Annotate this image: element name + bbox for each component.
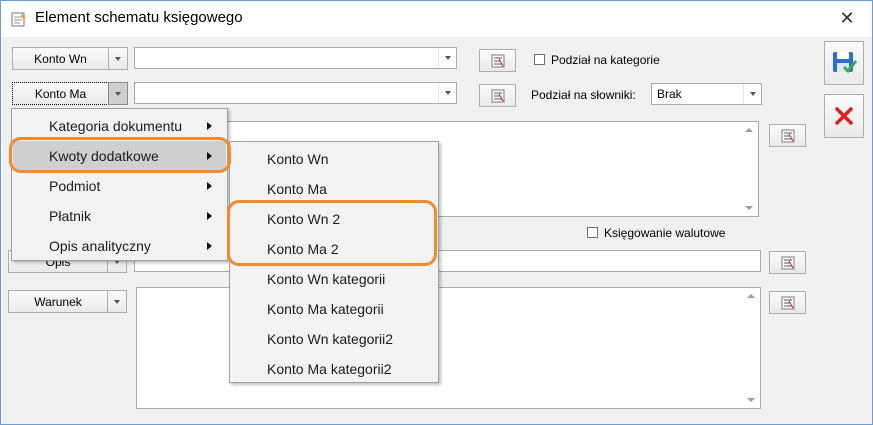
chevron-down-icon [115,91,121,96]
warunek-formula-button[interactable] [769,291,806,314]
save-button[interactable] [824,41,864,85]
menu-item-label: Podmiot [49,178,101,194]
menu-item-label: Kwoty dodatkowe [49,148,159,164]
scroll-down-icon[interactable] [747,398,755,402]
menu-item-label: Płatnik [49,208,92,224]
konto-ma-menu-button[interactable] [108,82,128,105]
menu-item-platnik[interactable]: Płatnik [13,201,226,231]
konto-wn-combo[interactable] [134,47,457,69]
window-title: Element schematu księgowego [35,9,243,26]
scroll-up-icon[interactable] [745,128,753,132]
warunek-button[interactable]: Warunek [8,290,108,313]
konto-ma-button[interactable]: Konto Ma [12,82,109,105]
podzial-kategorie-checkbox[interactable] [534,54,545,65]
chevron-down-icon [115,56,121,61]
cancel-icon [835,107,853,125]
expression-formula-button[interactable] [769,124,806,147]
menu-item-label: Kategoria dokumentu [49,118,183,134]
close-icon[interactable]: ✕ [836,8,858,30]
formula-icon [781,296,794,309]
chevron-down-icon[interactable] [438,83,456,103]
ksiegowanie-walutowe-label: Księgowanie walutowe [604,226,726,240]
konto-wn-button[interactable]: Konto Wn [12,47,109,70]
chevron-right-icon [207,152,212,160]
chevron-right-icon [207,122,212,130]
konto-ma-formula-button[interactable] [479,84,516,107]
warunek-menu-button[interactable] [107,290,127,313]
podzial-slowniki-label: Podział na słowniki: [531,88,636,102]
menu-item-label: Opis analityczny [49,238,151,254]
scrollbar[interactable] [743,288,760,408]
menu-item-kategoria-dokumentu[interactable]: Kategoria dokumentu [13,111,226,141]
chevron-down-icon [114,299,120,304]
submenu-item-label: Konto Wn 2 [267,211,341,227]
formula-icon [781,129,794,142]
context-menu: Kategoria dokumentu Kwoty dodatkowe Podm… [11,108,228,261]
scroll-down-icon[interactable] [745,206,753,210]
scroll-up-icon[interactable] [747,294,755,298]
submenu-kwoty-dodatkowe: Konto Wn Konto Ma Konto Wn 2 Konto Ma 2 … [229,141,439,383]
chevron-down-icon[interactable] [743,84,761,104]
chevron-right-icon [207,182,212,190]
submenu-item-konto-ma-kategorii[interactable]: Konto Ma kategorii [231,294,437,324]
menu-item-podmiot[interactable]: Podmiot [13,171,226,201]
submenu-item-konto-wn[interactable]: Konto Wn [231,144,437,174]
podzial-slowniki-select[interactable]: Brak [651,83,762,105]
submenu-item-konto-ma-2[interactable]: Konto Ma 2 [231,234,437,264]
submenu-item-konto-ma-kategorii2[interactable]: Konto Ma kategorii2 [231,354,437,384]
submenu-item-konto-wn-2[interactable]: Konto Wn 2 [231,204,437,234]
chevron-down-icon[interactable] [438,48,456,68]
submenu-item-label: Konto Wn [267,151,329,167]
menu-item-opis-analityczny[interactable]: Opis analityczny [13,231,226,261]
formula-icon [491,54,504,67]
save-icon [833,52,858,74]
submenu-item-label: Konto Ma [267,181,327,197]
submenu-item-label: Konto Ma kategorii2 [267,361,392,377]
formula-icon [781,256,794,269]
podzial-kategorie-label: Podział na kategorie [551,53,660,67]
formula-icon [491,89,504,102]
submenu-item-label: Konto Wn kategorii [267,271,386,287]
submenu-item-label: Konto Wn kategorii2 [267,331,394,347]
submenu-item-konto-wn-kategorii[interactable]: Konto Wn kategorii [231,264,437,294]
title-bar: Element schematu księgowego ✕ [1,1,872,37]
konto-wn-formula-button[interactable] [479,49,516,72]
schema-icon [11,11,27,27]
chevron-right-icon [207,242,212,250]
opis-formula-button[interactable] [769,251,806,274]
chevron-right-icon [207,212,212,220]
submenu-item-label: Konto Ma 2 [267,241,339,257]
ksiegowanie-walutowe-checkbox[interactable] [587,227,598,238]
submenu-item-konto-ma[interactable]: Konto Ma [231,174,437,204]
podzial-slowniki-value: Brak [657,87,682,101]
scrollbar[interactable] [741,122,758,216]
dialog-window: Element schematu księgowego ✕ Konto Wn P… [0,0,873,425]
menu-item-kwoty-dodatkowe[interactable]: Kwoty dodatkowe [13,141,226,171]
konto-wn-menu-button[interactable] [108,47,128,70]
cancel-button[interactable] [824,94,864,138]
submenu-item-label: Konto Ma kategorii [267,301,384,317]
submenu-item-konto-wn-kategorii2[interactable]: Konto Wn kategorii2 [231,324,437,354]
konto-ma-combo[interactable] [134,82,457,104]
